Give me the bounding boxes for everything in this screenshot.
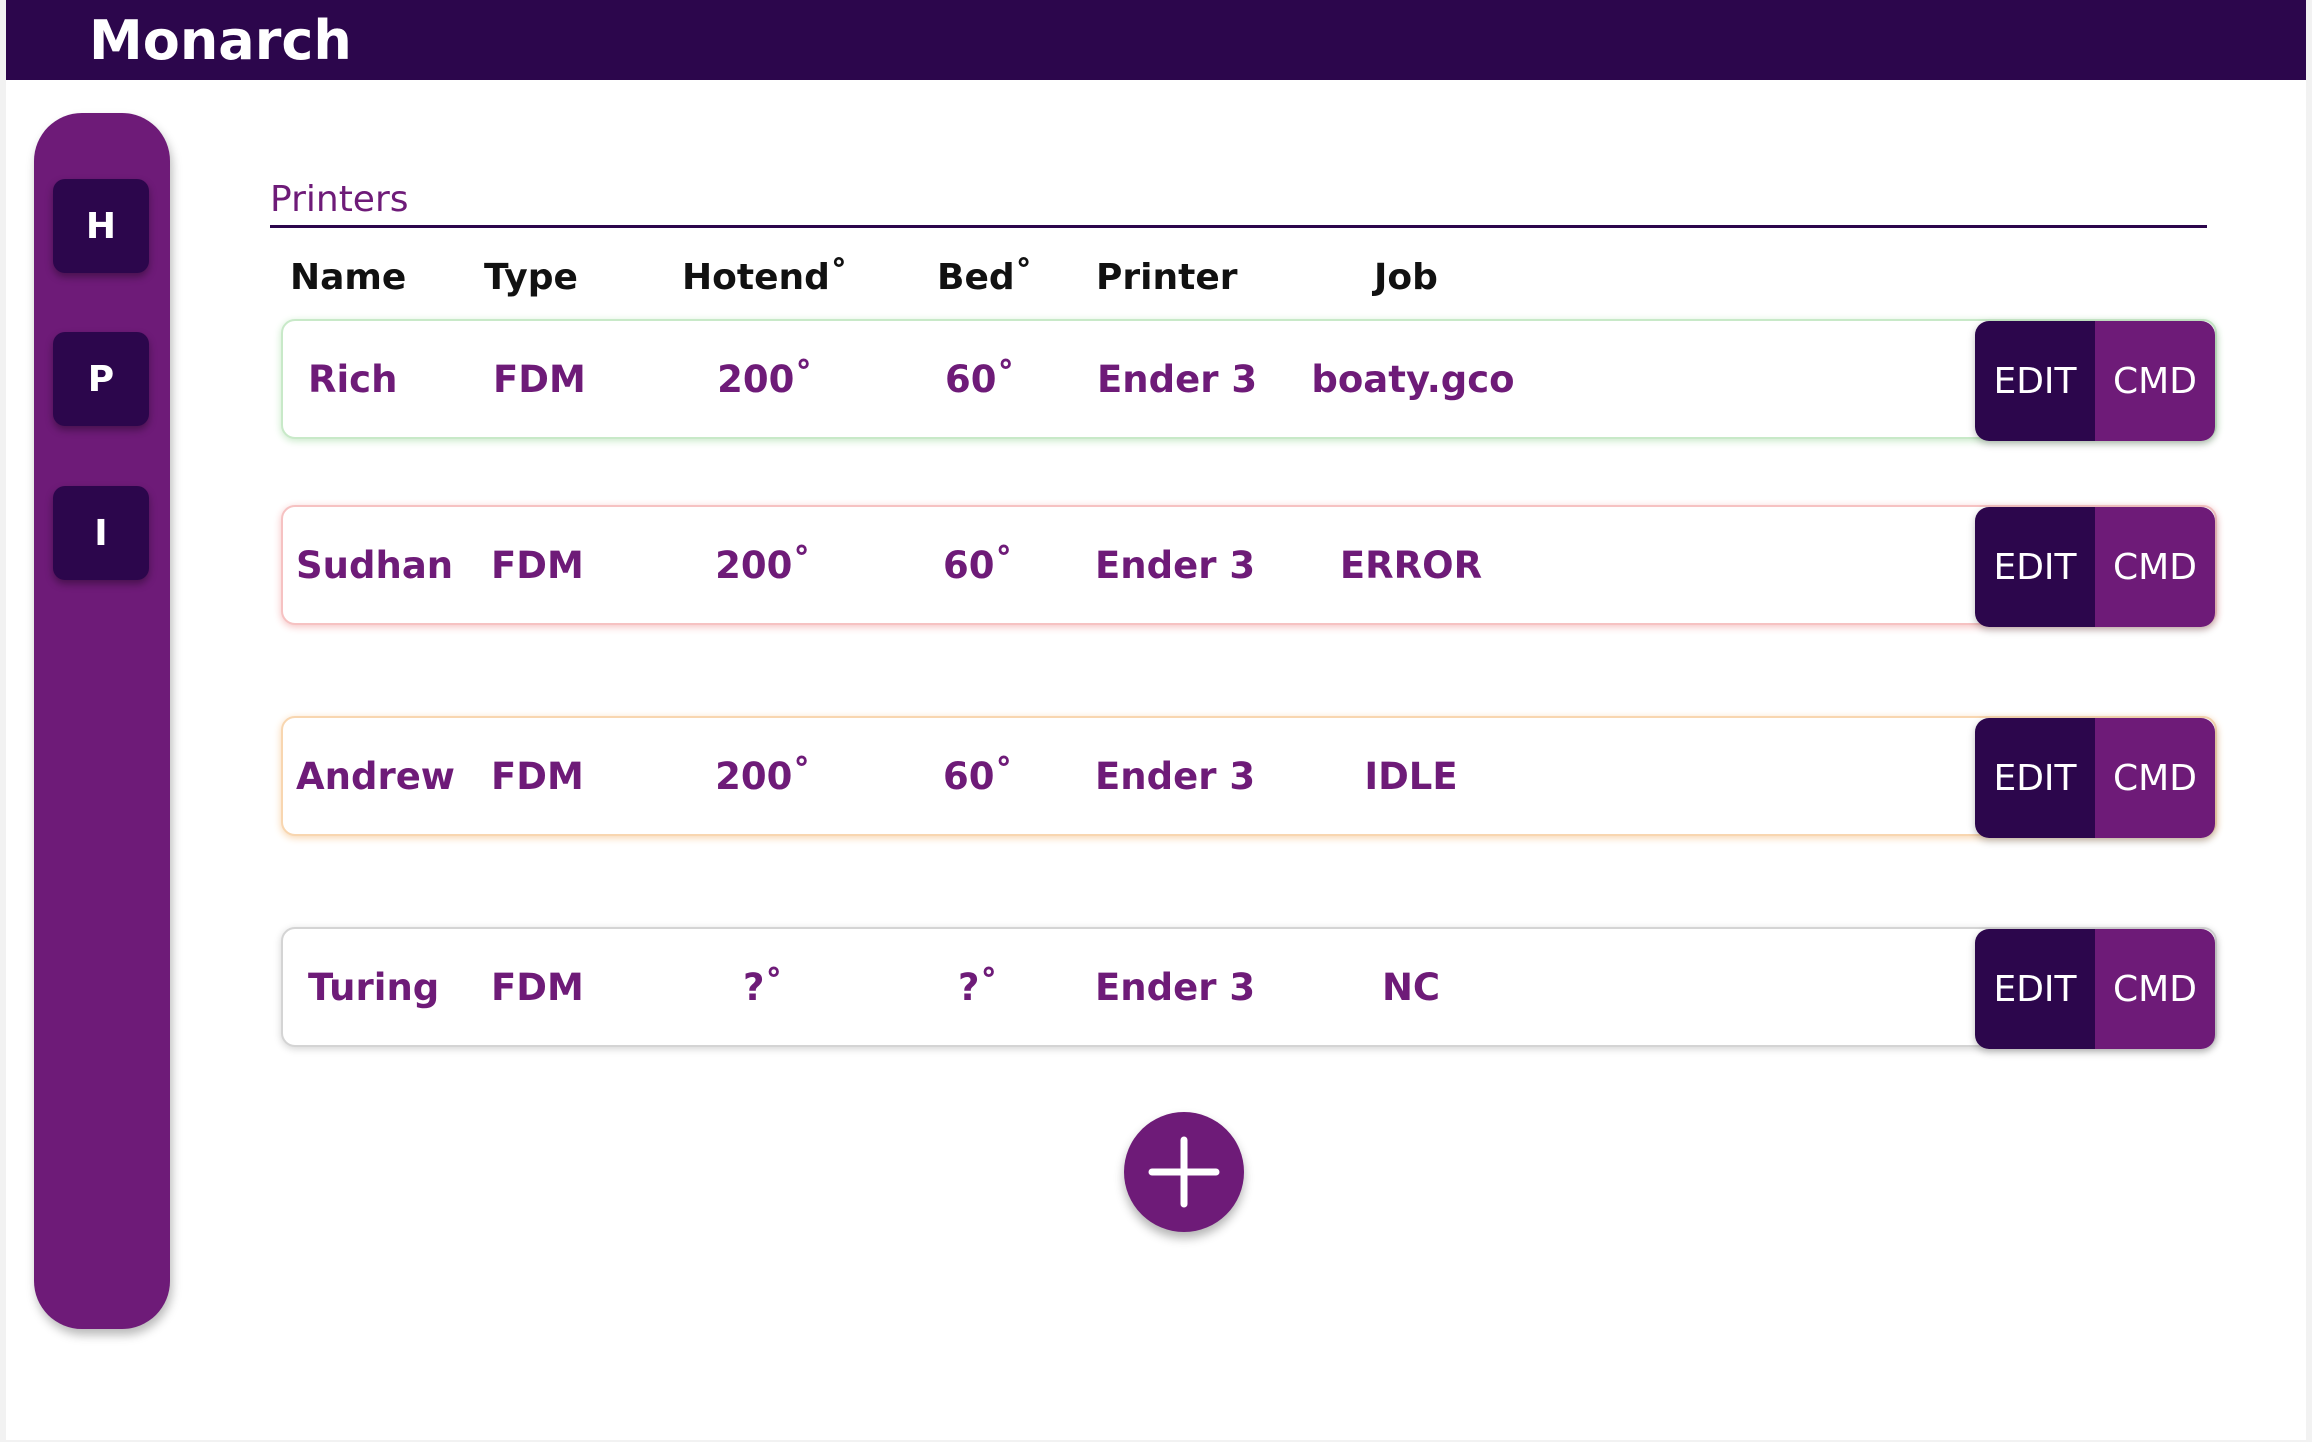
title-bar: Monarch — [6, 0, 2306, 80]
printer-job: IDLE — [1364, 755, 1458, 798]
printer-model: Ender 3 — [1097, 358, 1258, 401]
edit-button[interactable]: EDIT — [1975, 718, 2095, 838]
app-title: Monarch — [89, 9, 352, 72]
printer-model: Ender 3 — [1095, 966, 1256, 1009]
cmd-button[interactable]: CMD — [2095, 718, 2215, 838]
printer-model: Ender 3 — [1095, 755, 1256, 798]
printer-hotend-temp: 200˚ — [715, 755, 811, 798]
printer-type: FDM — [491, 755, 584, 798]
cmd-button[interactable]: CMD — [2095, 929, 2215, 1049]
edit-button[interactable]: EDIT — [1975, 929, 2095, 1049]
row-action-buttons: EDIT CMD — [1975, 929, 2215, 1049]
edit-button[interactable]: EDIT — [1975, 507, 2095, 627]
section-divider — [270, 225, 2207, 228]
row-action-buttons: EDIT CMD — [1975, 718, 2215, 838]
printer-type: FDM — [491, 966, 584, 1009]
sidebar: H P I — [34, 113, 170, 1329]
sidebar-item-printers[interactable]: P — [53, 332, 149, 426]
plus-icon — [1148, 1136, 1220, 1208]
printer-row: Andrew FDM 200˚ 60˚ Ender 3 IDLE EDIT CM… — [281, 716, 2217, 838]
sidebar-item-home[interactable]: H — [53, 179, 149, 273]
add-printer-button[interactable] — [1124, 1112, 1244, 1232]
printer-row: Rich FDM 200˚ 60˚ Ender 3 boaty.gco EDIT… — [281, 319, 2217, 441]
printer-bed-temp: 60˚ — [943, 755, 1013, 798]
cmd-button[interactable]: CMD — [2095, 321, 2215, 441]
printer-type: FDM — [493, 358, 586, 401]
printer-hotend-temp: ?˚ — [743, 966, 783, 1009]
column-header-printer: Printer — [1096, 257, 1238, 298]
row-action-buttons: EDIT CMD — [1975, 321, 2215, 441]
printer-model: Ender 3 — [1095, 544, 1256, 587]
printer-row: Turing FDM ?˚ ?˚ Ender 3 NC EDIT CMD — [281, 927, 2217, 1049]
printer-type: FDM — [491, 544, 584, 587]
column-header-name: Name — [290, 257, 407, 298]
app-window: Monarch H P I Printers Name Type Hotend˚… — [6, 0, 2306, 1440]
sidebar-item-label: I — [94, 512, 108, 554]
printer-bed-temp: 60˚ — [943, 544, 1013, 587]
column-header-bed: Bed˚ — [937, 257, 1033, 298]
sidebar-item-info[interactable]: I — [53, 486, 149, 580]
section-title: Printers — [270, 179, 409, 220]
sidebar-item-label: P — [87, 358, 115, 400]
row-action-buttons: EDIT CMD — [1975, 507, 2215, 627]
printer-name: Andrew — [296, 755, 455, 798]
printer-job: boaty.gco — [1311, 358, 1515, 401]
printer-hotend-temp: 200˚ — [715, 544, 811, 587]
printer-name: Sudhan — [296, 544, 454, 587]
cmd-button[interactable]: CMD — [2095, 507, 2215, 627]
printer-name: Rich — [308, 358, 398, 401]
printer-name: Turing — [308, 966, 440, 1009]
edit-button[interactable]: EDIT — [1975, 321, 2095, 441]
printer-job: NC — [1381, 966, 1441, 1009]
column-header-hotend: Hotend˚ — [682, 257, 848, 298]
column-header-type: Type — [484, 257, 578, 298]
sidebar-item-label: H — [85, 205, 117, 247]
printer-bed-temp: ?˚ — [958, 966, 998, 1009]
printer-job: ERROR — [1339, 544, 1483, 587]
column-header-job: Job — [1374, 257, 1438, 298]
printer-row: Sudhan FDM 200˚ 60˚ Ender 3 ERROR EDIT C… — [281, 505, 2217, 627]
printer-bed-temp: 60˚ — [945, 358, 1015, 401]
printer-hotend-temp: 200˚ — [717, 358, 813, 401]
